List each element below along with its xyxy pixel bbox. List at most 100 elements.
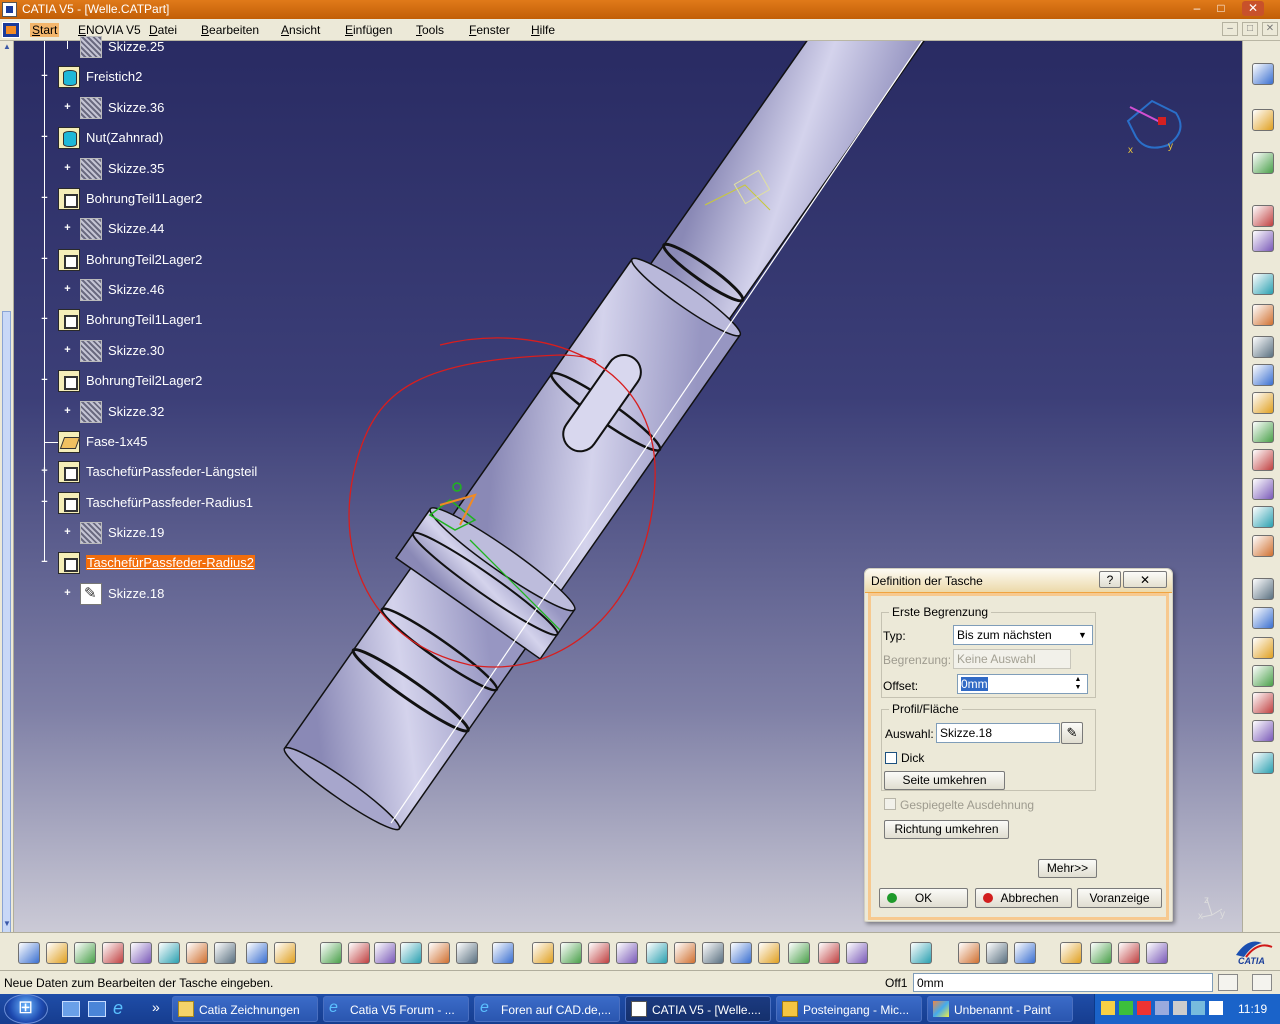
menu-tools[interactable]: Tools [416, 23, 444, 37]
catalog-icon[interactable] [428, 942, 450, 964]
cancel-button[interactable]: Abbrechen [975, 888, 1072, 908]
taskbar-clock[interactable]: 11:19 [1238, 1002, 1267, 1016]
copy-icon[interactable] [158, 942, 180, 964]
settings-icon[interactable] [1252, 152, 1274, 174]
dropdown-arrow-icon[interactable]: ▼ [1075, 627, 1090, 643]
taskbar-button-paint[interactable]: Unbenannt - Paint [927, 996, 1073, 1022]
print-icon[interactable] [102, 942, 124, 964]
taskbar-button-catia-v5[interactable]: CATIA V5 - [Welle.... [625, 996, 771, 1022]
collapse-icon[interactable]: − [39, 375, 50, 386]
tray-app-icon[interactable] [1101, 1001, 1115, 1015]
close-window-button[interactable]: ✕ [1242, 1, 1264, 16]
undo-icon[interactable] [214, 942, 236, 964]
plane-icon[interactable] [1252, 230, 1274, 252]
hide-show-icon[interactable] [788, 942, 810, 964]
menu-fenster[interactable]: Fenster [469, 23, 510, 37]
sketcher-icon[interactable] [1252, 109, 1274, 131]
thick-checkbox[interactable] [885, 752, 897, 764]
power-input-history-button[interactable] [1252, 974, 1272, 991]
scroll-thumb[interactable] [2, 311, 11, 951]
collapse-icon[interactable]: − [39, 314, 50, 325]
menu-enovia[interactable]: ENOVIA V5 [78, 23, 141, 37]
taskbar-button-foren-cad[interactable]: e Foren auf CAD.de,... [474, 996, 620, 1022]
formula-icon[interactable] [320, 942, 342, 964]
menu-hilfe[interactable]: Hilfe [531, 23, 555, 37]
stiffener-icon[interactable] [1252, 478, 1274, 500]
tray-alert-icon[interactable] [1137, 1001, 1151, 1015]
reverse-direction-button[interactable]: Richtung umkehren [884, 820, 1009, 839]
menu-start[interactable]: Start [30, 23, 60, 37]
table-icon[interactable] [400, 942, 422, 964]
snap-icon[interactable] [846, 942, 868, 964]
whats-this-icon[interactable] [274, 942, 296, 964]
collapse-icon[interactable]: − [39, 193, 50, 204]
selection-field[interactable]: Skizze.18 [936, 723, 1060, 743]
isometric-view-icon[interactable] [730, 942, 752, 964]
collapse-icon[interactable]: − [39, 557, 50, 568]
power-input-clear-button[interactable] [1218, 974, 1238, 991]
normal-view-icon[interactable] [674, 942, 696, 964]
swap-space-icon[interactable] [818, 942, 840, 964]
menu-ansicht[interactable]: Ansicht [281, 23, 320, 37]
compass-icon[interactable] [1090, 942, 1112, 964]
save-icon[interactable] [74, 942, 96, 964]
dialog-help-button[interactable]: ? [1099, 571, 1121, 588]
multi-section-icon[interactable] [1252, 506, 1274, 528]
sketch-edit-button[interactable]: ✎ [1061, 722, 1083, 744]
minimize-button[interactable]: – [1186, 1, 1208, 16]
expand-icon[interactable]: + [62, 406, 73, 417]
shaft-icon[interactable] [1252, 336, 1274, 358]
rib-icon[interactable] [1252, 421, 1274, 443]
catia-app-icon[interactable] [2, 2, 17, 17]
expand-icon[interactable]: + [62, 223, 73, 234]
chamfer-icon[interactable] [1252, 578, 1274, 600]
ie-quicklaunch-icon[interactable]: e [113, 998, 123, 1019]
pan-icon[interactable] [560, 942, 582, 964]
knowledge-icon[interactable] [374, 942, 396, 964]
scroll-down-arrow-icon[interactable]: ▼ [1, 919, 13, 929]
new-file-icon[interactable] [18, 942, 40, 964]
fillet-icon[interactable] [1252, 535, 1274, 557]
create-multiview-icon[interactable] [702, 942, 724, 964]
hole-icon[interactable] [1252, 392, 1274, 414]
rotate-icon[interactable] [588, 942, 610, 964]
collapse-icon[interactable]: − [39, 132, 50, 143]
expand-icon[interactable]: + [62, 345, 73, 356]
measure-item-icon[interactable] [1252, 752, 1274, 774]
cut-icon[interactable] [130, 942, 152, 964]
quicklaunch-overflow[interactable]: » [152, 999, 160, 1015]
expand-icon[interactable]: + [62, 527, 73, 538]
doc-close-button[interactable]: ✕ [1262, 22, 1278, 36]
tray-security-icon[interactable] [1119, 1001, 1133, 1015]
redo-icon[interactable] [246, 942, 268, 964]
render-style-icon[interactable] [758, 942, 780, 964]
axis-system-icon[interactable] [1060, 942, 1082, 964]
fit-all-icon[interactable] [532, 942, 554, 964]
analysis-icon[interactable] [910, 942, 932, 964]
dialog-close-button[interactable]: ✕ [1123, 571, 1167, 588]
paste-icon[interactable] [186, 942, 208, 964]
power-input-field[interactable]: 0mm [913, 973, 1213, 992]
expand-icon[interactable]: + [39, 466, 50, 477]
taskbar-button-catia-forum[interactable]: e Catia V5 Forum - ... [323, 996, 469, 1022]
tray-volume-icon[interactable] [1173, 1001, 1187, 1015]
show-desktop-icon[interactable] [62, 1001, 80, 1017]
comment-icon[interactable] [348, 942, 370, 964]
taskbar-button-posteingang[interactable]: Posteingang - Mic... [776, 996, 922, 1022]
select-arrow-icon[interactable] [1252, 63, 1274, 85]
start-orb-icon[interactable] [4, 994, 48, 1024]
compass-icon[interactable]: x y [1116, 93, 1196, 163]
slot-icon[interactable] [1252, 449, 1274, 471]
expand-icon[interactable]: + [62, 163, 73, 174]
document-icon[interactable] [2, 22, 20, 38]
offset-field[interactable]: 0mm ▲ ▼ [957, 674, 1088, 694]
doc-restore-button[interactable]: □ [1242, 22, 1258, 36]
open-file-icon[interactable] [46, 942, 68, 964]
measure-icon[interactable] [456, 942, 478, 964]
split-icon[interactable] [1252, 720, 1274, 742]
menu-einfuegen[interactable]: Einfügen [345, 23, 392, 37]
ok-button[interactable]: OK [879, 888, 968, 908]
menu-bearbeiten[interactable]: Bearbeiten [201, 23, 259, 37]
fly-icon[interactable] [492, 942, 514, 964]
reverse-side-button[interactable]: Seite umkehren [884, 771, 1005, 790]
